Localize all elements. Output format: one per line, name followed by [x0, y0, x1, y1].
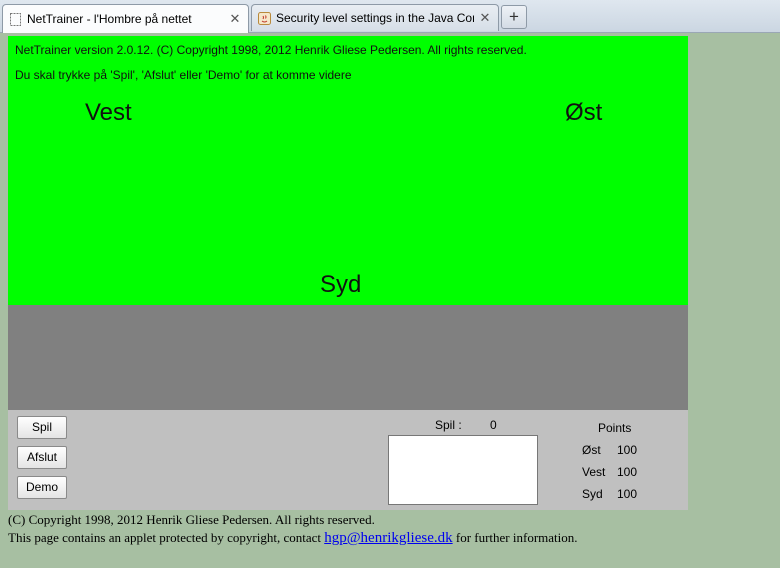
copyright-footer: (C) Copyright 1998, 2012 Henrik Gliese P…	[8, 512, 375, 527]
afslut-button[interactable]: Afslut	[17, 446, 67, 469]
blank-page-icon	[9, 12, 22, 26]
nettrainer-applet: NetTrainer version 2.0.12. (C) Copyright…	[8, 36, 688, 510]
contact-prefix: This page contains an applet protected b…	[8, 530, 321, 545]
spil-button[interactable]: Spil	[17, 416, 67, 439]
points-name-east: Øst	[582, 443, 601, 457]
demo-button[interactable]: Demo	[17, 476, 67, 499]
contact-suffix: for further information.	[455, 530, 578, 545]
java-icon	[258, 11, 271, 25]
tab-title: Security level settings in the Java Con.…	[276, 11, 474, 25]
seat-west: Vest	[85, 99, 132, 126]
points-name-west: Vest	[582, 465, 606, 479]
instruction-text: Du skal trykke på 'Spil', 'Afslut' eller…	[15, 68, 352, 82]
control-panel: Spil Afslut Demo Spil : 0 Points Øst 100…	[8, 410, 688, 510]
points-value-south: 100	[617, 487, 638, 501]
points-header: Points	[598, 421, 632, 435]
points-value-west: 100	[617, 465, 638, 479]
seat-east: Øst	[565, 99, 603, 126]
tab-java-security[interactable]: Security level settings in the Java Con.…	[251, 4, 499, 31]
tab-nettrainer[interactable]: NetTrainer - l'Hombre på nettet ✕	[2, 4, 249, 33]
new-tab-button[interactable]: +	[501, 5, 527, 29]
spil-count: 0	[490, 418, 497, 432]
email-link[interactable]: hgp@henrikgliese.dk	[324, 530, 452, 546]
browser-tab-strip: NetTrainer - l'Hombre på nettet ✕ Securi…	[0, 0, 780, 33]
card-area	[8, 305, 688, 410]
contact-line: This page contains an applet protected b…	[8, 530, 578, 547]
points-name-south: Syd	[582, 487, 603, 501]
game-list-box[interactable]	[388, 435, 538, 505]
close-tab-icon[interactable]: ✕	[228, 11, 242, 27]
game-table: NetTrainer version 2.0.12. (C) Copyright…	[8, 36, 688, 305]
version-line: NetTrainer version 2.0.12. (C) Copyright…	[15, 43, 527, 57]
spil-label: Spil :	[435, 418, 462, 432]
points-value-east: 100	[617, 443, 638, 457]
seat-south: Syd	[320, 271, 362, 298]
tab-title: NetTrainer - l'Hombre på nettet	[27, 12, 192, 26]
close-tab-icon[interactable]: ✕	[478, 10, 492, 26]
